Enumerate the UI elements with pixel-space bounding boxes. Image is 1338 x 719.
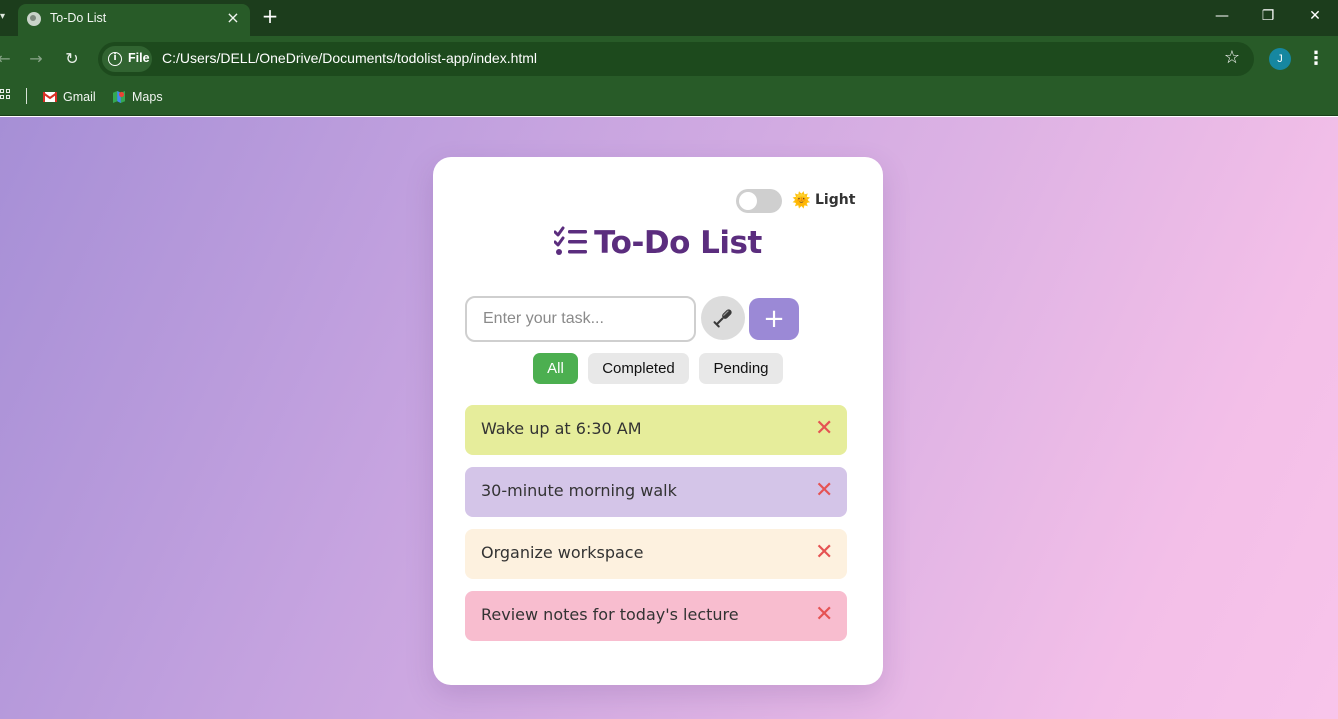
task-item[interactable]: 30-minute morning walk ✕ bbox=[465, 467, 847, 517]
toggle-knob bbox=[739, 192, 757, 210]
task-text: Wake up at 6:30 AM bbox=[481, 419, 642, 438]
info-icon: i bbox=[108, 52, 122, 66]
delete-task-icon[interactable]: ✕ bbox=[815, 603, 833, 627]
voice-input-button[interactable] bbox=[701, 296, 745, 340]
restore-icon[interactable]: ❐ bbox=[1253, 4, 1283, 28]
delete-task-icon[interactable]: ✕ bbox=[815, 417, 833, 441]
filter-pending-button[interactable]: Pending bbox=[699, 353, 783, 384]
filter-completed-button[interactable]: Completed bbox=[588, 353, 689, 384]
bookmark-label: Maps bbox=[132, 90, 163, 104]
maps-icon bbox=[113, 91, 125, 103]
todo-card: 🌞 Light To-Do List + bbox=[433, 157, 883, 685]
site-info-chip[interactable]: i File bbox=[102, 46, 152, 72]
close-window-icon[interactable]: ✕ bbox=[1300, 4, 1330, 28]
title-text: To-Do List bbox=[594, 225, 762, 261]
bookmark-maps[interactable]: Maps bbox=[112, 87, 163, 107]
theme-label: Light bbox=[815, 192, 856, 208]
close-tab-icon[interactable]: × bbox=[224, 9, 242, 27]
bookmark-star-icon[interactable]: ☆ bbox=[1224, 48, 1240, 68]
globe-icon bbox=[27, 12, 41, 26]
forward-icon[interactable]: → bbox=[26, 49, 46, 69]
add-task-button[interactable]: + bbox=[749, 298, 799, 340]
task-text: Review notes for today's lecture bbox=[481, 605, 739, 624]
browser-tab[interactable]: To-Do List × bbox=[18, 4, 250, 36]
microphone-icon bbox=[713, 309, 732, 328]
scheme-label: File bbox=[128, 51, 150, 65]
bookmark-label: Gmail bbox=[63, 90, 96, 104]
browser-menu-icon[interactable]: ⋮ bbox=[1306, 48, 1326, 70]
task-input[interactable] bbox=[465, 296, 696, 342]
bookmark-gmail[interactable]: Gmail bbox=[43, 87, 96, 107]
new-tab-icon[interactable]: + bbox=[260, 6, 280, 26]
browser-tab-bar: ▾ To-Do List × + — ❐ ✕ bbox=[0, 0, 1338, 36]
back-icon[interactable]: ← bbox=[0, 49, 14, 69]
bookmarks-bar: Gmail Maps bbox=[0, 82, 1338, 116]
page-background: 🌞 Light To-Do List + bbox=[0, 117, 1338, 719]
delete-task-icon[interactable]: ✕ bbox=[815, 479, 833, 503]
task-text: Organize workspace bbox=[481, 543, 644, 562]
profile-avatar[interactable]: J bbox=[1269, 48, 1291, 70]
browser-toolbar: ← → ↻ i File C:/Users/DELL/OneDrive/Docu… bbox=[0, 36, 1338, 82]
tab-title: To-Do List bbox=[50, 11, 107, 25]
page-title: To-Do List bbox=[433, 225, 883, 269]
sun-icon: 🌞 bbox=[792, 191, 811, 209]
delete-task-icon[interactable]: ✕ bbox=[815, 541, 833, 565]
reload-icon[interactable]: ↻ bbox=[62, 49, 82, 69]
filter-all-button[interactable]: All bbox=[533, 353, 578, 384]
address-bar[interactable]: i File C:/Users/DELL/OneDrive/Documents/… bbox=[98, 42, 1254, 76]
apps-grid-icon[interactable] bbox=[0, 89, 12, 103]
task-item[interactable]: Wake up at 6:30 AM ✕ bbox=[465, 405, 847, 455]
url-text[interactable]: C:/Users/DELL/OneDrive/Documents/todolis… bbox=[162, 50, 537, 66]
minimize-icon[interactable]: — bbox=[1207, 4, 1237, 28]
checklist-icon bbox=[554, 226, 588, 255]
bookmarks-separator bbox=[26, 88, 27, 104]
tab-search-icon[interactable]: ▾ bbox=[0, 10, 6, 24]
task-item[interactable]: Review notes for today's lecture ✕ bbox=[465, 591, 847, 641]
gmail-icon bbox=[43, 92, 57, 102]
task-item[interactable]: Organize workspace ✕ bbox=[465, 529, 847, 579]
theme-toggle[interactable] bbox=[736, 189, 782, 213]
task-text: 30-minute morning walk bbox=[481, 481, 677, 500]
